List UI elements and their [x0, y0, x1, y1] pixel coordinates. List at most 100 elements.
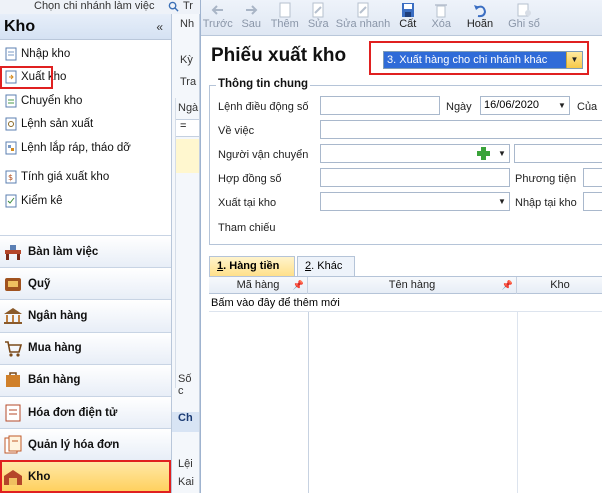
list-label: Kỳ: [180, 54, 193, 66]
toolbar-next-button[interactable]: Sau: [235, 0, 269, 35]
module-mua-hang[interactable]: Mua hàng: [0, 331, 171, 364]
module-label: Quỹ: [28, 277, 51, 290]
e-invoice-icon: [5, 404, 21, 422]
toolbar-quick-edit-button[interactable]: Sửa nhanh: [335, 0, 391, 35]
list-grid-line: [175, 98, 176, 388]
tab-hang-tien[interactable]: 1. Hàng tiền: [209, 256, 295, 276]
carrier-input[interactable]: ▼: [320, 144, 510, 163]
general-info-label: Thông tin chung: [216, 78, 311, 90]
carrier-label: Người vận chuyển: [218, 149, 309, 161]
about-label: Về việc: [218, 125, 255, 137]
list-label: Tra: [180, 76, 197, 88]
detail-tab-header[interactable]: Ch: [172, 412, 199, 432]
pin-icon[interactable]: 📌: [502, 277, 513, 293]
cash-fund-icon: [5, 277, 21, 291]
tab-khac[interactable]: 2. Khác: [297, 256, 355, 276]
add-carrier-icon[interactable]: [476, 146, 491, 161]
menu-item-chuyen-kho[interactable]: Chuyển kho: [0, 89, 171, 113]
add-new-row[interactable]: Bấm vào đây để thêm mới: [209, 295, 602, 312]
module-ban-hang[interactable]: Bán hàng: [0, 363, 171, 396]
column-header-kho[interactable]: Kho: [517, 277, 602, 294]
selected-list-row[interactable]: [175, 139, 199, 173]
svg-text:$: $: [8, 173, 13, 182]
import-warehouse-select[interactable]: [583, 192, 602, 211]
transfer-doc-icon: [5, 94, 17, 108]
date-label: Ngày: [446, 101, 472, 113]
items-grid: Mã hàng 📌 Tên hàng 📌 Kho Bấm vào đây để …: [209, 276, 602, 493]
menu-item-label: Tính giá xuất kho: [21, 171, 110, 184]
reference-label[interactable]: Tham chiếu: [218, 222, 275, 234]
date-input[interactable]: 16/06/2020 ▼: [480, 96, 570, 115]
import-doc-icon: [5, 47, 17, 61]
save-icon: [401, 3, 414, 17]
detail-row-label: Kai: [178, 476, 194, 488]
vehicle-input[interactable]: [583, 168, 602, 187]
module-quan-ly-hoa-don[interactable]: Quản lý hóa đơn: [0, 428, 171, 461]
module-label: Quản lý hóa đơn: [28, 438, 120, 451]
transfer-order-label: Lệnh điều động số: [218, 101, 309, 113]
menu-item-lenh-san-xuat[interactable]: Lệnh sản xuất: [0, 113, 171, 137]
voucher-type-text: 3. Xuất hàng cho chi nhánh khác: [387, 54, 548, 66]
module-ban-lam-viec[interactable]: Bàn làm việc: [0, 235, 171, 268]
toolbar-label: Sau: [241, 18, 262, 30]
import-warehouse-label: Nhập tại kho: [515, 197, 577, 209]
toolbar-add-button[interactable]: Thêm: [268, 0, 302, 35]
branch-select-link[interactable]: Chọn chi nhánh làm việc: [34, 0, 154, 12]
warehouse-menu: Nhập kho Xuất kho Chuyển kho Lệnh sản xu…: [0, 40, 171, 213]
voucher-type-value[interactable]: 3. Xuất hàng cho chi nhánh khác ▼: [383, 51, 583, 69]
module-ngan-hang[interactable]: Ngân hàng: [0, 299, 171, 332]
menu-item-xuat-kho[interactable]: Xuất kho: [0, 65, 66, 89]
detail-tabs: 1. Hàng tiền 2. Khác: [209, 256, 602, 276]
menu-item-kiem-ke[interactable]: Kiểm kê: [0, 189, 171, 213]
toolbar-undo-button[interactable]: Hoãn: [458, 0, 502, 35]
grid-column-divider: [517, 312, 518, 493]
toolbar-edit-button[interactable]: Sửa: [302, 0, 336, 35]
voucher-type-select[interactable]: 3. Xuất hàng cho chi nhánh khác ▼: [369, 41, 589, 75]
search-icon[interactable]: [168, 1, 179, 12]
toolbar-delete-button[interactable]: Xóa: [425, 0, 459, 35]
tab-key: 2: [305, 260, 312, 272]
menu-item-label: Kiểm kê: [21, 194, 63, 207]
toolbar-save-button[interactable]: Cất: [391, 0, 425, 35]
background-tab-label[interactable]: Tr: [183, 0, 193, 12]
module-kho[interactable]: Kho: [0, 460, 171, 493]
filter-row[interactable]: =: [175, 119, 199, 137]
production-doc-icon: [5, 117, 17, 131]
pin-icon[interactable]: 📌: [293, 277, 304, 293]
menu-item-nhap-kho[interactable]: Nhập kho: [0, 42, 171, 66]
column-header-ten-hang[interactable]: Tên hàng 📌: [308, 277, 517, 294]
export-doc-icon: [5, 70, 17, 84]
carrier-name-input[interactable]: [514, 144, 602, 163]
chevron-down-icon[interactable]: ▼: [495, 145, 509, 162]
module-list: Bàn làm việc Quỹ Ngân hàng Mua hàng Bán …: [0, 235, 171, 493]
contract-label: Hợp đồng số: [218, 173, 282, 185]
module-hoa-don-dien-tu[interactable]: Hóa đơn điện tử: [0, 395, 171, 429]
transfer-order-input[interactable]: [320, 96, 440, 115]
toolbar-label: Thêm: [270, 18, 299, 30]
warehouse-icon: [4, 469, 22, 485]
delete-icon: [435, 4, 448, 18]
inventory-check-icon: [5, 194, 17, 208]
left-panel-header: Kho «: [0, 14, 171, 40]
date-value: 16/06/2020: [484, 99, 540, 111]
branch-select-strip: Chọn chi nhánh làm việc Tr: [0, 0, 200, 14]
module-quy[interactable]: Quỹ: [0, 267, 171, 300]
column-header-ma-hang[interactable]: Mã hàng 📌: [209, 277, 308, 294]
menu-item-lenh-lap-rap[interactable]: Lệnh lắp ráp, tháo dỡ: [0, 136, 171, 160]
toolbar-prev-button[interactable]: Trước: [201, 0, 235, 35]
invoice-management-icon: [4, 435, 22, 454]
contract-input[interactable]: [320, 168, 510, 187]
toolbar-post-button[interactable]: Ghi sổ: [502, 0, 546, 35]
chevron-down-icon[interactable]: ▼: [566, 52, 582, 68]
toolbar-label: Trước: [202, 18, 233, 30]
about-input[interactable]: [320, 120, 602, 139]
chevron-down-icon[interactable]: ▼: [495, 193, 509, 210]
detail-row-label: Lệi: [178, 458, 193, 470]
calendar-dropdown-icon[interactable]: ▼: [555, 97, 569, 114]
menu-item-tinh-gia-xuat-kho[interactable]: $ Tính giá xuất kho: [0, 166, 171, 190]
menu-item-label: Lệnh lắp ráp, tháo dỡ: [21, 141, 131, 154]
export-warehouse-select[interactable]: ▼: [320, 192, 510, 211]
tab-label: Khác: [317, 260, 343, 272]
form-title: Phiếu xuất kho: [211, 45, 347, 66]
collapse-panel-button[interactable]: «: [156, 20, 163, 34]
